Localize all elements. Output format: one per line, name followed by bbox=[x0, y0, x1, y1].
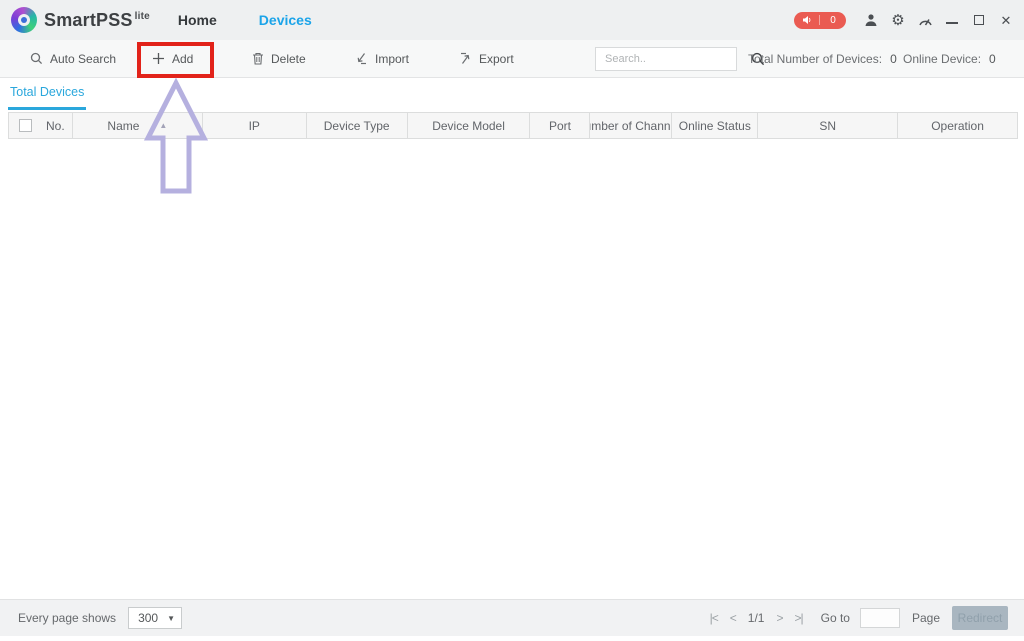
device-table-header: No. Name ▲ IP Device Type Device Model P… bbox=[8, 112, 1018, 139]
column-device-model[interactable]: Device Model bbox=[408, 113, 531, 138]
trash-icon bbox=[252, 52, 264, 65]
select-all-checkbox[interactable] bbox=[19, 119, 32, 132]
tab-total-devices[interactable]: Total Devices bbox=[10, 85, 84, 99]
plus-icon bbox=[152, 52, 165, 65]
column-online-status[interactable]: Online Status bbox=[672, 113, 758, 138]
search-input[interactable] bbox=[596, 53, 751, 65]
device-table-body bbox=[8, 139, 1018, 599]
online-devices-stat: Online Device:0 bbox=[903, 40, 996, 77]
next-page-button[interactable]: > bbox=[770, 611, 788, 625]
column-port[interactable]: Port bbox=[530, 113, 590, 138]
sort-asc-icon[interactable]: ▲ bbox=[159, 121, 167, 130]
pagination-bar: Every page shows 300 ▼ |< < 1/1 > >| Go … bbox=[0, 599, 1024, 636]
device-search-box bbox=[595, 47, 737, 71]
close-button[interactable]: ✕ bbox=[998, 12, 1014, 28]
online-devices-value: 0 bbox=[989, 52, 996, 66]
minimize-button[interactable] bbox=[944, 12, 960, 28]
device-tabs: Total Devices bbox=[0, 78, 1024, 111]
column-name[interactable]: Name ▲ bbox=[73, 113, 203, 138]
main-nav: Home Devices bbox=[178, 12, 312, 28]
gear-icon[interactable]: ⚙ bbox=[890, 12, 906, 28]
last-page-button[interactable]: >| bbox=[788, 611, 808, 625]
page-size-select[interactable]: 300 ▼ bbox=[128, 607, 182, 629]
app-logo-icon bbox=[11, 7, 37, 33]
goto-page-input[interactable] bbox=[860, 608, 900, 628]
active-tab-underline bbox=[8, 107, 86, 110]
search-icon bbox=[30, 52, 43, 65]
total-devices-value: 0 bbox=[890, 52, 897, 66]
device-toolbar: Auto Search Add Delete Import Export Tot… bbox=[0, 40, 1024, 78]
import-button[interactable]: Import bbox=[355, 40, 409, 77]
delete-button[interactable]: Delete bbox=[252, 40, 306, 77]
app-title-suffix: lite bbox=[135, 11, 150, 22]
alarm-indicator[interactable]: 0 bbox=[794, 12, 846, 29]
page-size-value: 300 bbox=[129, 611, 167, 625]
export-button[interactable]: Export bbox=[459, 40, 514, 77]
column-number-of-channels[interactable]: Number of Channels bbox=[590, 113, 672, 138]
first-page-button[interactable]: |< bbox=[704, 611, 724, 625]
add-button[interactable]: Add bbox=[152, 40, 193, 77]
nav-tab-home[interactable]: Home bbox=[178, 12, 217, 28]
maximize-button[interactable] bbox=[971, 12, 987, 28]
gauge-icon[interactable] bbox=[917, 12, 933, 28]
export-arrow-icon bbox=[459, 52, 472, 65]
page-word-label: Page bbox=[912, 611, 940, 625]
nav-tab-devices[interactable]: Devices bbox=[259, 12, 312, 28]
page-size-label: Every page shows bbox=[18, 611, 116, 625]
prev-page-button[interactable]: < bbox=[724, 611, 742, 625]
user-icon[interactable] bbox=[863, 12, 879, 28]
chevron-down-icon: ▼ bbox=[167, 614, 181, 623]
alarm-count: 0 bbox=[820, 15, 846, 26]
goto-label: Go to bbox=[821, 611, 850, 625]
column-device-type[interactable]: Device Type bbox=[307, 113, 408, 138]
column-sn[interactable]: SN bbox=[758, 113, 898, 138]
column-no[interactable]: No. bbox=[9, 113, 73, 138]
auto-search-button[interactable]: Auto Search bbox=[30, 40, 116, 77]
column-ip[interactable]: IP bbox=[203, 113, 307, 138]
total-devices-stat: Total Number of Devices:0 bbox=[748, 40, 897, 77]
page-indicator: 1/1 bbox=[742, 611, 771, 625]
app-title: SmartPSSlite bbox=[44, 10, 150, 31]
column-operation[interactable]: Operation bbox=[898, 113, 1017, 138]
redirect-button[interactable]: Redirect bbox=[952, 606, 1008, 630]
speaker-icon bbox=[794, 15, 820, 25]
title-bar: SmartPSSlite Home Devices 0 ⚙ ✕ bbox=[0, 0, 1024, 40]
import-arrow-icon bbox=[355, 52, 368, 65]
